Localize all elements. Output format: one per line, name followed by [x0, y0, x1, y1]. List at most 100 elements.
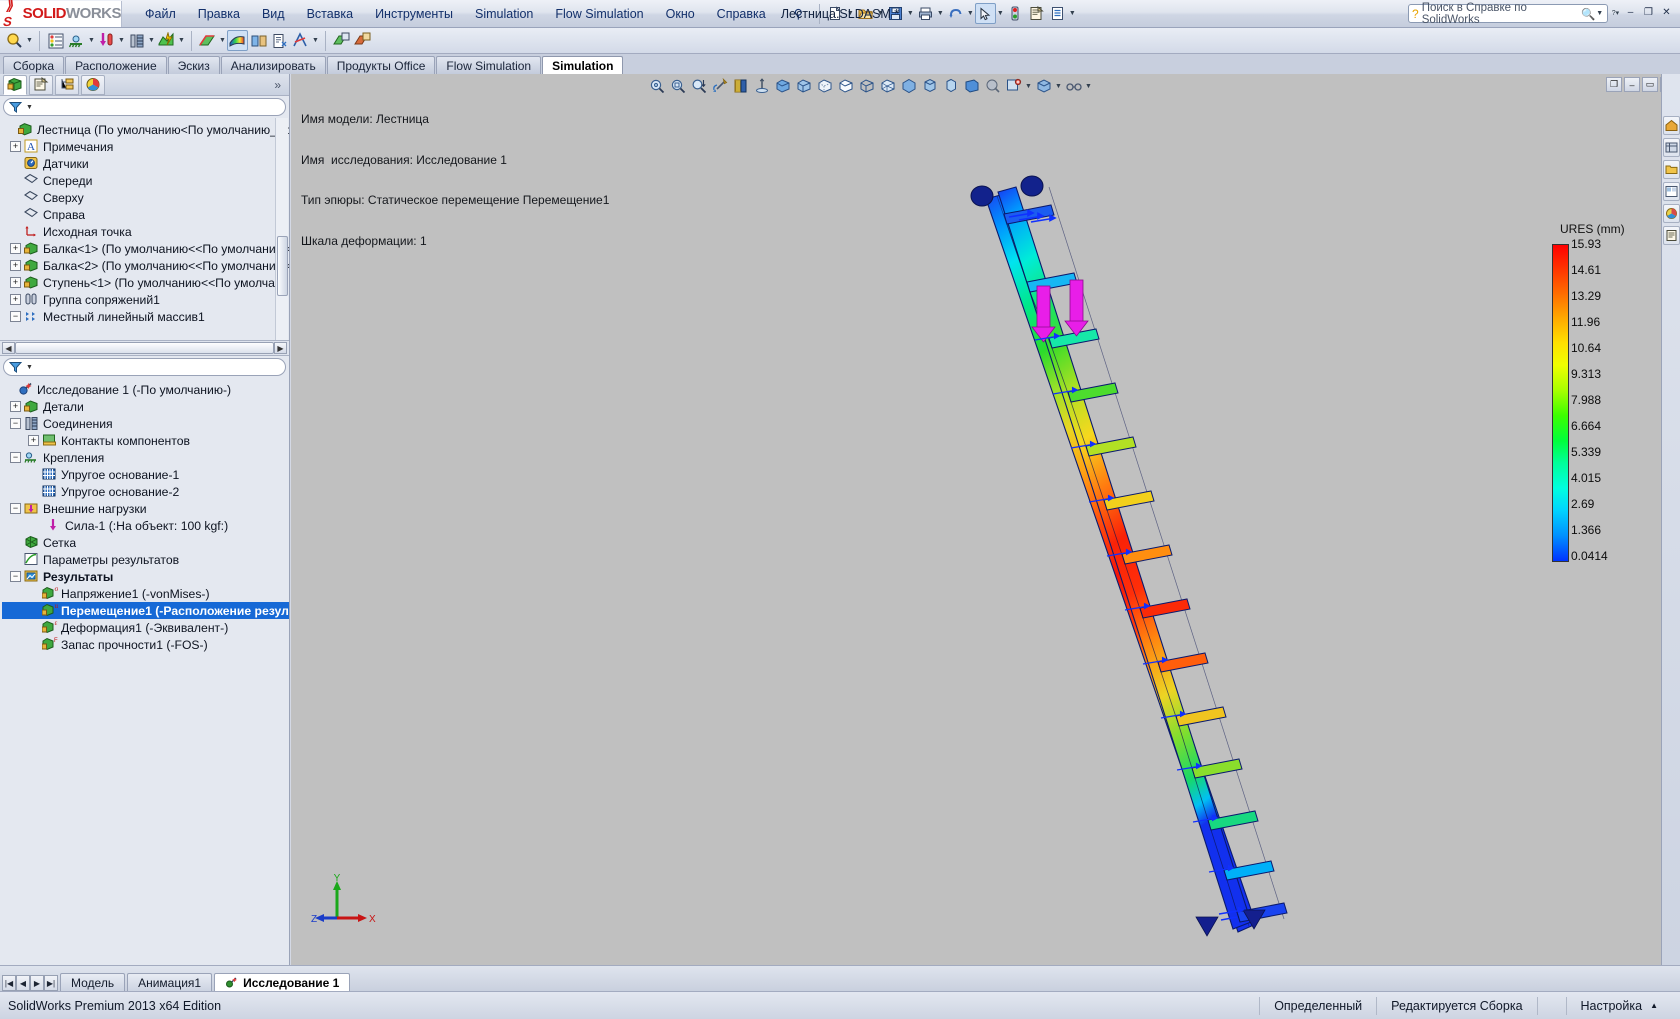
feature-tree-scrollbar[interactable] [275, 118, 288, 340]
expand-toggle[interactable]: + [10, 260, 21, 271]
hscroll-left-arrow[interactable]: ◀ [2, 342, 15, 354]
print-caret[interactable]: ▼ [936, 10, 945, 17]
close-button[interactable]: ✕ [1659, 5, 1674, 20]
menu-item-help[interactable]: Справка [706, 3, 777, 25]
menu-item-insert[interactable]: Вставка [296, 3, 364, 25]
tree-row-strain-plot[interactable]: ε Деформация1 (-Эквивалент-) [2, 619, 289, 636]
new-document-button[interactable] [825, 3, 846, 24]
feature-tree-hscroll[interactable]: ◀ ▶ [0, 340, 289, 356]
tree-row-result-options[interactable]: Параметры результатов [2, 551, 289, 568]
compare-results-icon[interactable] [248, 30, 269, 51]
help-search-box[interactable]: ? Поиск в Справке по SolidWorks 🔍 ▼ [1408, 2, 1608, 26]
filter-caret-icon[interactable]: ▼ [26, 104, 33, 111]
appearances-scenes-icon[interactable] [1663, 204, 1680, 223]
tab-simulation[interactable]: Simulation [542, 56, 624, 74]
expand-toggle[interactable]: + [10, 401, 21, 412]
tree-row-balka-2[interactable]: + Балка<2> (По умолчанию<<По умолчанию> [2, 257, 289, 274]
expand-panel-chevron-icon[interactable]: » [274, 78, 281, 92]
bottom-tab-model[interactable]: Модель [60, 973, 126, 991]
tree-row-parts[interactable]: + Детали [2, 398, 289, 415]
design-check-caret[interactable]: ▼ [311, 37, 320, 44]
ladder-model-render[interactable] [291, 74, 1680, 965]
expand-toggle[interactable]: + [10, 277, 21, 288]
tree-row-fixtures[interactable]: − Крепления [2, 449, 289, 466]
help-caret-icon[interactable]: ?▾ [1611, 9, 1620, 17]
tree-row-elastic-support-1[interactable]: Упругое основание-1 [2, 466, 289, 483]
feature-tree-filter[interactable]: ▼ [3, 98, 286, 116]
display-manager-tab[interactable] [81, 74, 105, 95]
custom-properties-icon[interactable] [1663, 226, 1680, 245]
results-caret[interactable]: ▼ [218, 37, 227, 44]
zoom-caret[interactable]: ▼ [25, 37, 34, 44]
run-caret[interactable]: ▼ [177, 37, 186, 44]
minimize-button[interactable]: – [1623, 5, 1638, 20]
bottom-tab-animation[interactable]: Анимация1 [127, 973, 213, 991]
menu-item-window[interactable]: Окно [655, 3, 706, 25]
menu-item-file[interactable]: Файл [134, 3, 187, 25]
status-customize[interactable]: Настройка ▲ [1565, 996, 1672, 1015]
tree-row-right-plane[interactable]: Справа [2, 206, 289, 223]
design-library-icon[interactable] [1663, 138, 1680, 157]
tree-row-root[interactable]: Лестница (По умолчанию<По умолчанию_Сост [2, 121, 289, 138]
menu-item-tools[interactable]: Инструменты [364, 3, 464, 25]
hscroll-right-arrow[interactable]: ▶ [274, 342, 287, 354]
connections-caret[interactable]: ▼ [147, 37, 156, 44]
options-button[interactable] [1047, 3, 1068, 24]
loads-caret[interactable]: ▼ [117, 37, 126, 44]
menu-item-flow-simulation[interactable]: Flow Simulation [544, 3, 654, 25]
results-advisor-icon[interactable] [197, 30, 218, 51]
select-tool-caret[interactable]: ▼ [996, 10, 1005, 17]
tab-sketch[interactable]: Эскиз [167, 56, 220, 74]
tab-assembly[interactable]: Сборка [3, 56, 65, 74]
displacement-plot-icon[interactable] [227, 30, 248, 51]
tab-nav-next[interactable]: ▶ [30, 975, 44, 991]
tree-row-component-contacts[interactable]: + Контакты компонентов [2, 432, 289, 449]
tree-row-annotations[interactable]: + A Примечания [2, 138, 289, 155]
expand-toggle[interactable]: + [28, 435, 39, 446]
external-loads-icon[interactable] [96, 30, 117, 51]
collapse-toggle[interactable]: − [10, 503, 21, 514]
tree-row-stupen-1[interactable]: + Ступень<1> (По умолчанию<<По умолчани [2, 274, 289, 291]
tree-row-local-linear-pattern[interactable]: − Местный линейный массив1 [2, 308, 289, 325]
collapse-toggle[interactable]: − [10, 571, 21, 582]
pin-icon[interactable]: ⚲ [783, 2, 814, 25]
collapse-toggle[interactable]: − [10, 452, 21, 463]
undo-button[interactable] [945, 3, 966, 24]
tab-office-products[interactable]: Продукты Office [326, 56, 436, 74]
new-document-caret[interactable]: ▼ [846, 10, 855, 17]
file-properties-button[interactable] [1026, 3, 1047, 24]
tree-row-displacement-plot[interactable]: u Перемещение1 (-Расположение результат [2, 602, 289, 619]
open-document-caret[interactable]: ▼ [876, 10, 885, 17]
feature-tree-scroll-thumb[interactable] [277, 236, 288, 296]
zoom-magnifier-icon[interactable] [4, 30, 25, 51]
feature-manager-tab[interactable] [3, 74, 27, 95]
report-icon[interactable] [269, 30, 290, 51]
study-list-icon[interactable] [45, 30, 66, 51]
expand-toggle[interactable]: + [10, 294, 21, 305]
study-tree-filter[interactable]: ▼ [3, 358, 286, 376]
fixtures-icon[interactable] [66, 30, 87, 51]
open-document-button[interactable] [855, 3, 876, 24]
graphics-area[interactable]: ▼ ▼ ▼ ❐ – ▭ ✕ Имя модели: Лестница Имя и… [291, 74, 1680, 965]
print-button[interactable] [915, 3, 936, 24]
bottom-tab-study[interactable]: Исследование 1 [214, 973, 351, 991]
tree-row-stress-plot[interactable]: σ Напряжение1 (-vonMises-) [2, 585, 289, 602]
connections-icon[interactable] [126, 30, 147, 51]
file-explorer-icon[interactable] [1663, 160, 1680, 179]
tree-row-sensors[interactable]: Датчики [2, 155, 289, 172]
tree-row-fos-plot[interactable]: F Запас прочности1 (-FOS-) [2, 636, 289, 653]
tree-row-mates[interactable]: + Группа сопряжений1 [2, 291, 289, 308]
tree-row-study[interactable]: Исследование 1 (-По умолчанию-) [2, 381, 289, 398]
property-manager-tab[interactable] [29, 74, 53, 95]
solidworks-resources-icon[interactable] [1663, 116, 1680, 135]
hscroll-thumb[interactable] [15, 342, 274, 354]
customize-caret-icon[interactable]: ▲ [1650, 1001, 1658, 1010]
undo-caret[interactable]: ▼ [966, 10, 975, 17]
tab-nav-last[interactable]: ▶| [44, 975, 58, 991]
collapse-toggle[interactable]: − [10, 418, 21, 429]
tree-row-connections[interactable]: − Соединения [2, 415, 289, 432]
menu-item-view[interactable]: Вид [251, 3, 296, 25]
tree-row-results[interactable]: − Результаты [2, 568, 289, 585]
search-caret[interactable]: ▼ [1595, 10, 1604, 17]
tree-row-mesh[interactable]: Сетка [2, 534, 289, 551]
